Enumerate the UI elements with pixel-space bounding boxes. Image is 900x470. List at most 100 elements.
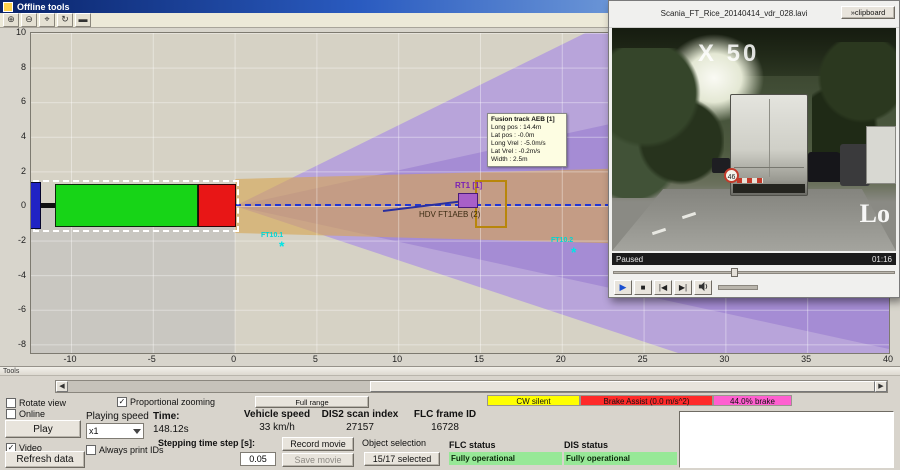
x-tick: 40 bbox=[882, 354, 893, 364]
always-print-ids-checkbox[interactable]: Always print IDs bbox=[86, 445, 164, 455]
chevron-down-icon bbox=[133, 428, 141, 434]
datatip-title: Fusion track AEB [1] bbox=[491, 116, 555, 123]
play-button[interactable]: Play bbox=[5, 420, 81, 438]
clipboard-button[interactable]: »clipboard bbox=[841, 6, 895, 19]
x-tick: 25 bbox=[637, 354, 648, 364]
full-range-button[interactable]: Full range bbox=[255, 396, 369, 408]
window-title: Offline tools bbox=[17, 1, 70, 12]
checkbox-label: Proportional zooming bbox=[130, 397, 216, 407]
playing-speed-select[interactable]: x1 bbox=[86, 423, 144, 439]
pan-icon[interactable]: ⌖ bbox=[39, 13, 55, 27]
cw-status-strip: CW silent bbox=[487, 395, 580, 406]
parked-van bbox=[866, 126, 896, 184]
flc-status-label: FLC status bbox=[449, 440, 496, 450]
rotate-icon[interactable]: ↻ bbox=[57, 13, 73, 27]
video-window: Scania_FT_Rice_20140414_vdr_028.lavi »cl… bbox=[608, 0, 900, 298]
brake-percent-strip: 44.0% brake bbox=[713, 395, 792, 406]
tracked-object[interactable] bbox=[458, 193, 478, 208]
ft-track-marker-left: * bbox=[279, 238, 285, 254]
truck-bumper bbox=[733, 184, 805, 193]
y-tick: -2 bbox=[17, 234, 26, 245]
road-surface bbox=[612, 189, 896, 251]
video-title: Scania_FT_Rice_20140414_vdr_028.lavi bbox=[660, 9, 808, 18]
video-frame[interactable]: 46 X 50 Lo bbox=[612, 28, 896, 251]
x-axis-ticks: -10 -5 0 5 10 15 20 25 30 35 40 bbox=[50, 354, 900, 365]
checkbox-box[interactable] bbox=[86, 445, 96, 455]
stop-icon[interactable]: ■ bbox=[634, 280, 652, 295]
x-tick: 0 bbox=[231, 354, 237, 364]
y-tick: 6 bbox=[20, 96, 26, 107]
checkbox-box[interactable] bbox=[6, 398, 16, 408]
vehicle-speed-value: 33 km/h bbox=[259, 422, 295, 433]
seek-groove bbox=[613, 271, 895, 274]
scroll-right-icon[interactable]: ▶ bbox=[875, 381, 887, 392]
flc-frame-id-value: 16728 bbox=[431, 422, 459, 433]
datatip-line: Width : 2.5m bbox=[491, 156, 528, 163]
x-tick: 15 bbox=[473, 354, 484, 364]
x-tick: 35 bbox=[801, 354, 812, 364]
trees-left bbox=[612, 48, 724, 198]
y-tick: 4 bbox=[20, 130, 26, 141]
stepping-input[interactable] bbox=[240, 452, 276, 466]
timeline-scrollbar[interactable]: ◀ ▶ bbox=[55, 380, 888, 393]
tools-panel: Tools ◀ ▶ Full range Rotate view Online … bbox=[0, 366, 900, 470]
dis2-scan-index-label: DIS2 scan index bbox=[321, 409, 399, 420]
checkbox-box[interactable] bbox=[6, 409, 16, 419]
y-tick: 2 bbox=[20, 165, 26, 176]
proportional-zooming-checkbox[interactable]: Proportional zooming bbox=[117, 397, 215, 407]
data-cursor-icon[interactable]: ▬ bbox=[75, 13, 91, 27]
y-axis-ticks: 10 8 6 4 2 0 -2 -4 -6 -8 bbox=[0, 24, 26, 352]
record-movie-button[interactable]: Record movie bbox=[282, 437, 354, 451]
tools-panel-title: Tools bbox=[0, 367, 900, 376]
truck-door-seam bbox=[769, 99, 770, 177]
x-tick: 20 bbox=[555, 354, 566, 364]
step-back-icon[interactable]: |◀ bbox=[654, 280, 672, 295]
playing-speed-label: Playing speed bbox=[86, 411, 149, 422]
video-overlay-text-bottom: Lo bbox=[859, 199, 890, 228]
checkbox-label: Rotate view bbox=[19, 398, 67, 408]
speed-roundel-sign: 46 bbox=[724, 168, 739, 183]
fusion-track-label: HDV FT1AEB (2) bbox=[419, 210, 481, 219]
radar-track-label: RT1 [1] bbox=[455, 181, 483, 190]
refresh-data-button[interactable]: Refresh data bbox=[5, 451, 85, 468]
y-tick: 10 bbox=[15, 27, 26, 37]
log-textarea[interactable] bbox=[679, 411, 894, 468]
object-selection-label: Object selection bbox=[362, 438, 427, 448]
video-time: 01:16 bbox=[871, 254, 892, 264]
time-value: 148.12s bbox=[153, 424, 189, 435]
x-tick: 5 bbox=[312, 354, 318, 364]
time-label: Time: bbox=[153, 411, 180, 422]
ego-vehicle-trailer bbox=[55, 184, 198, 227]
datatip-line: Lat Vrel : -0.2m/s bbox=[491, 148, 541, 155]
volume-slider[interactable] bbox=[718, 285, 758, 290]
volume-icon[interactable] bbox=[694, 280, 712, 295]
x-tick: -10 bbox=[63, 354, 77, 364]
scrollbar-thumb[interactable] bbox=[370, 381, 875, 392]
fusion-track-datatip[interactable]: Fusion track AEB [1] Long pos : 14.4m La… bbox=[487, 113, 567, 167]
truck-body-line bbox=[734, 167, 804, 168]
video-seek-slider[interactable] bbox=[613, 268, 895, 277]
video-overlay-text-top: X 50 bbox=[698, 40, 760, 67]
rotate-view-checkbox[interactable]: Rotate view bbox=[6, 398, 66, 408]
play-icon[interactable]: ▶ bbox=[614, 280, 632, 295]
checkbox-label: Always print IDs bbox=[99, 445, 164, 455]
x-tick: -5 bbox=[147, 354, 156, 364]
video-titlebar: Scania_FT_Rice_20140414_vdr_028.lavi »cl… bbox=[609, 1, 899, 28]
y-tick: -6 bbox=[17, 304, 26, 315]
flc-frame-id-label: FLC frame ID bbox=[413, 409, 477, 420]
video-status-text: Paused bbox=[616, 254, 644, 264]
dis2-scan-index-value: 27157 bbox=[346, 422, 374, 433]
scroll-left-icon[interactable]: ◀ bbox=[56, 381, 68, 392]
checkbox-box[interactable] bbox=[117, 397, 127, 407]
online-checkbox[interactable]: Online bbox=[6, 409, 45, 419]
seek-thumb[interactable] bbox=[731, 268, 738, 277]
ft-track-marker-right: * bbox=[571, 244, 577, 260]
brake-assist-strip: Brake Assist (0.0 m/s^2) bbox=[580, 395, 713, 406]
save-movie-button: Save movie bbox=[282, 453, 354, 467]
step-forward-icon[interactable]: ▶| bbox=[674, 280, 692, 295]
vehicle-speed-label: Vehicle speed bbox=[243, 409, 311, 420]
y-tick: -4 bbox=[17, 269, 26, 280]
app-icon bbox=[3, 1, 13, 12]
video-controls: ▶ ■ |◀ ▶| bbox=[612, 279, 896, 296]
object-selection-button[interactable]: 15/17 selected bbox=[364, 452, 440, 466]
